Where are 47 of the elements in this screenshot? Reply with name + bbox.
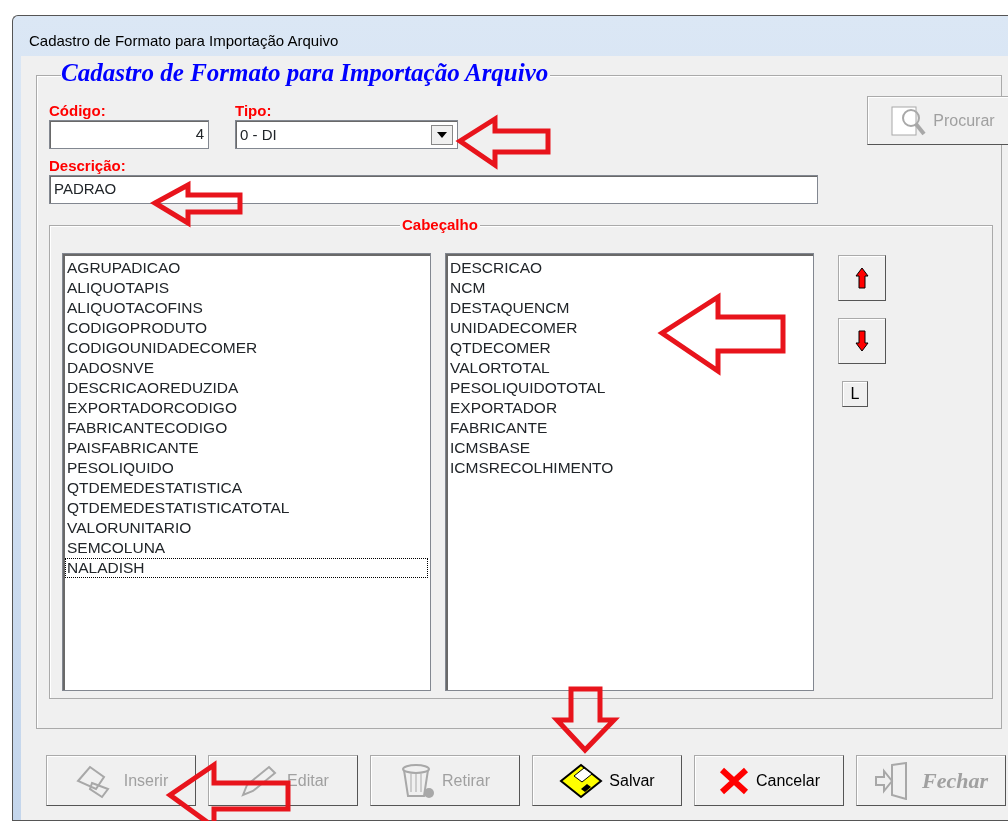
- l-button[interactable]: L: [842, 381, 868, 407]
- list-item[interactable]: VALORTOTAL: [448, 358, 811, 378]
- field-label: Tipo:: [235, 102, 273, 120]
- list-item[interactable]: QTDECOMER: [448, 338, 811, 358]
- list-item[interactable]: DADOSNVE: [65, 358, 428, 378]
- close-icon: [718, 765, 750, 796]
- list-item[interactable]: ALIQUOTACOFINS: [65, 298, 428, 318]
- list-item[interactable]: PESOLIQUIDOTOTAL: [448, 378, 811, 398]
- list-item[interactable]: EXPORTADORCODIGO: [65, 398, 428, 418]
- field-label: Descrição:: [49, 157, 127, 175]
- list-item[interactable]: SEMCOLUNA: [65, 538, 428, 558]
- list-item[interactable]: NCM: [448, 278, 811, 298]
- action-button[interactable]: Salvar: [532, 755, 682, 806]
- list-item[interactable]: NALADISH: [65, 558, 428, 578]
- move-down-button[interactable]: [838, 318, 886, 364]
- list-item[interactable]: QTDEMEDESTATISTICA: [65, 478, 428, 498]
- list-item[interactable]: FABRICANTECODIGO: [65, 418, 428, 438]
- description-field[interactable]: PADRAO: [49, 175, 818, 204]
- selected-fields-list[interactable]: DESCRICAO NCM DESTAQUENCM UNIDADECOMER QTDECOMER VALORTOTAL PESOLIQUIDOTOTAL EXPORTADOR FABRICANTE ICMSBASE ICMSRECOLHIMENTO: [445, 253, 814, 691]
- list-item[interactable]: QTDEMEDESTATISTICATOTAL: [65, 498, 428, 518]
- list-item[interactable]: CODIGOPRODUTO: [65, 318, 428, 338]
- magnifier-icon: [889, 103, 928, 138]
- list-item[interactable]: ICMSRECOLHIMENTO: [448, 458, 811, 478]
- available-fields-list[interactable]: [62, 253, 431, 691]
- group-title: Cabeçalho: [400, 216, 480, 234]
- trash-bin-icon: [400, 761, 436, 800]
- list-item[interactable]: PESOLIQUIDO: [65, 458, 428, 478]
- list-item[interactable]: PAISFABRICANTE: [65, 438, 428, 458]
- list-item[interactable]: UNIDADECOMER: [448, 318, 811, 338]
- list-item[interactable]: EXPORTADOR: [448, 398, 811, 418]
- up-arrow-icon: [855, 267, 869, 289]
- list-item[interactable]: VALORUNITARIO: [65, 518, 428, 538]
- window-title: Cadastro de Formato para Importação Arquivo: [29, 30, 339, 51]
- type-combo-box[interactable]: 0 - DI: [235, 120, 458, 149]
- down-arrow-icon: [855, 330, 869, 352]
- action-button[interactable]: Cancelar: [694, 755, 844, 806]
- list-item[interactable]: AGRUPADICAO: [65, 258, 428, 278]
- list-item[interactable]: ALIQUOTAPIS: [65, 278, 428, 298]
- move-up-button[interactable]: [838, 255, 886, 301]
- list-item[interactable]: DESCRICAOREDUZIDA: [65, 378, 428, 398]
- list-item[interactable]: FABRICANTE: [448, 418, 811, 438]
- list-item[interactable]: CODIGOUNIDADECOMER: [65, 338, 428, 358]
- field-label: Código:: [49, 102, 107, 120]
- list-item[interactable]: DESTAQUENCM: [448, 298, 811, 318]
- list-item[interactable]: DESCRICAO: [448, 258, 811, 278]
- list-item[interactable]: ICMSBASE: [448, 438, 811, 458]
- code-field[interactable]: 4: [49, 120, 209, 149]
